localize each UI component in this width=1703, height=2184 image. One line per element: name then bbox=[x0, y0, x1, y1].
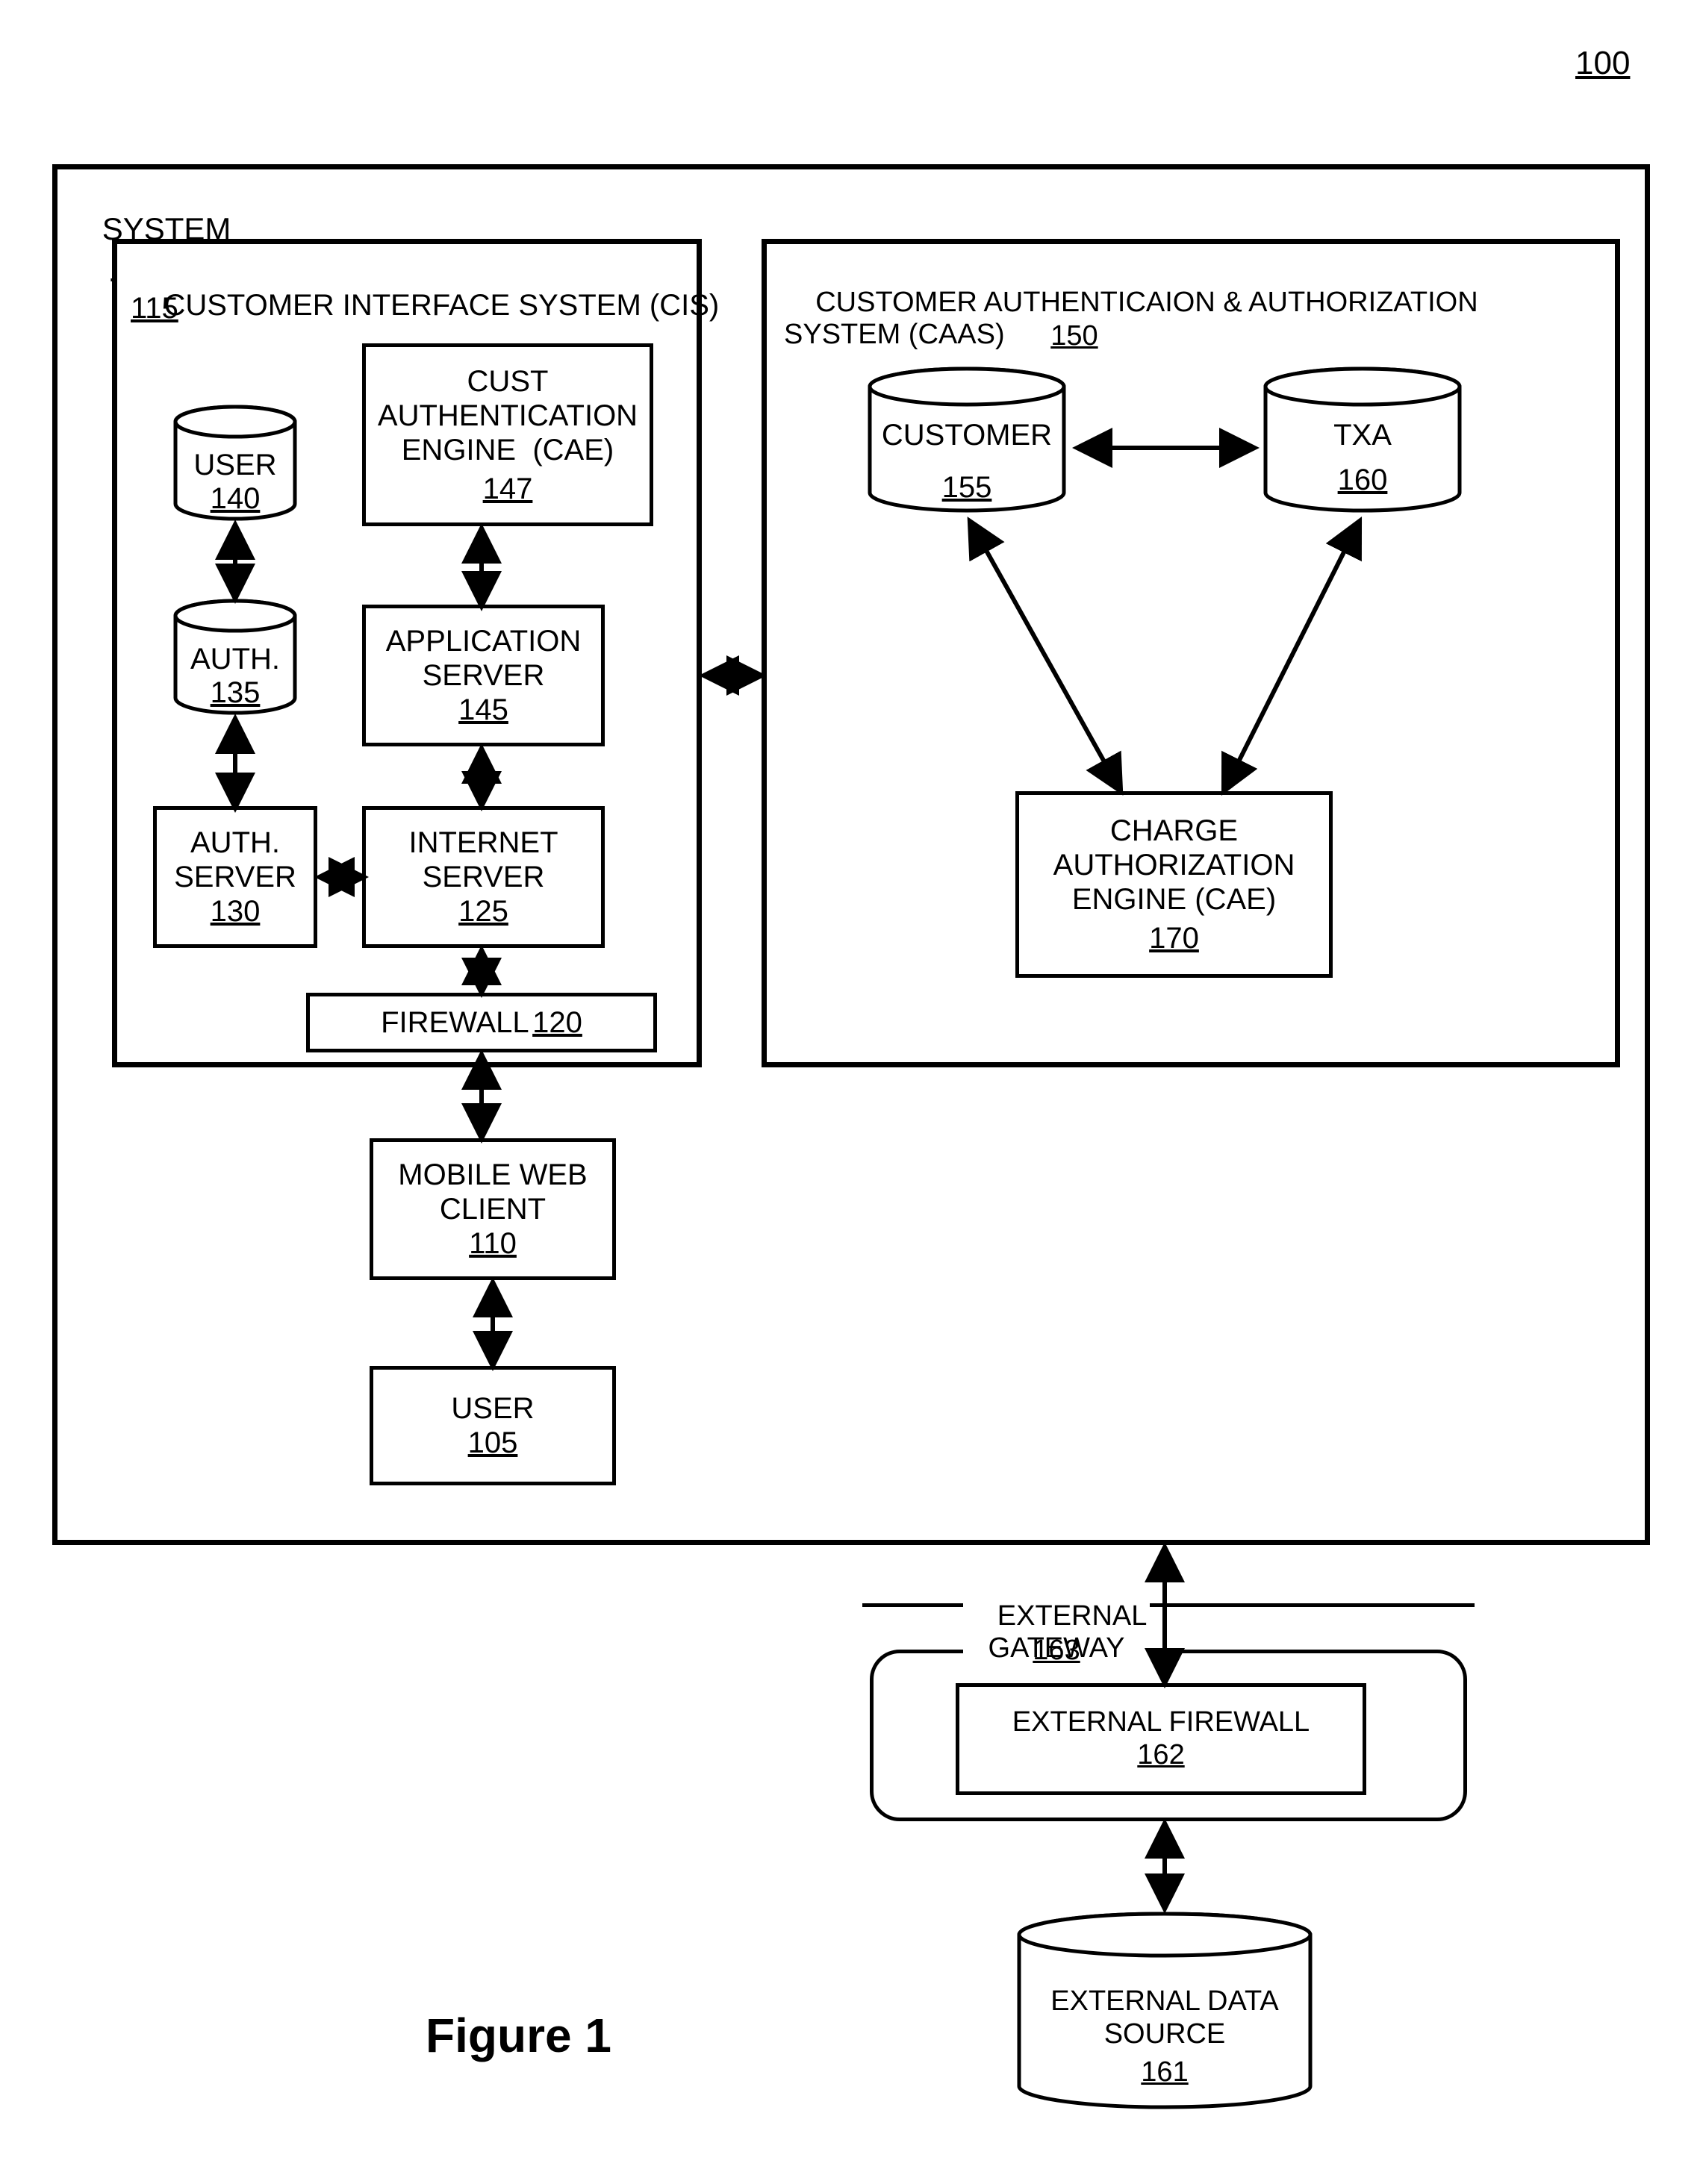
external-data-source-ref: 161 bbox=[1008, 2056, 1321, 2089]
app-server-label: APPLICATION SERVER bbox=[386, 624, 582, 693]
internet-server-ref: 125 bbox=[458, 894, 508, 929]
page-number: 100 bbox=[1575, 45, 1630, 82]
external-data-source-label: EXTERNAL DATA SOURCE bbox=[1008, 1985, 1321, 2050]
user-box: USER 105 bbox=[370, 1366, 616, 1485]
cis-label: CUSTOMER INTERFACE SYSTEM (CIS) bbox=[131, 254, 719, 357]
mobile-web-client-label: MOBILE WEB CLIENT bbox=[398, 1158, 587, 1226]
auth-server-ref: 130 bbox=[211, 894, 261, 929]
charge-engine-box: CHARGE AUTHORIZATION ENGINE (CAE) 170 bbox=[1015, 791, 1333, 978]
gateway-label-tick-right bbox=[1142, 1603, 1475, 1607]
cae-box: CUST AUTHENTICATION ENGINE (CAE) 147 bbox=[362, 343, 653, 526]
user-ref: 105 bbox=[468, 1426, 518, 1460]
txa-db-label: TXA bbox=[1254, 418, 1471, 452]
caas-ref: 150 bbox=[1050, 320, 1098, 352]
auth-db-label: AUTH. bbox=[168, 642, 302, 676]
internet-server-label: INTERNET SERVER bbox=[409, 826, 558, 894]
cae-ref: 147 bbox=[483, 472, 533, 506]
customer-db-ref: 155 bbox=[859, 470, 1075, 505]
customer-db-label: CUSTOMER bbox=[859, 418, 1075, 452]
gateway-label-tick-left bbox=[862, 1603, 967, 1607]
user-label: USER bbox=[451, 1391, 534, 1426]
firewall-label: FIREWALL bbox=[381, 1005, 529, 1040]
mobile-web-client-ref: 110 bbox=[469, 1226, 517, 1261]
internet-server-box: INTERNET SERVER 125 bbox=[362, 806, 605, 948]
firewall-ref: 120 bbox=[532, 1005, 582, 1040]
user-db-label: USER bbox=[168, 448, 302, 482]
cis-label-text: CUSTOMER INTERFACE SYSTEM (CIS) bbox=[164, 289, 719, 322]
external-firewall-label: EXTERNAL FIREWALL bbox=[1012, 1706, 1310, 1739]
app-server-ref: 145 bbox=[458, 693, 508, 727]
cae-label: CUST AUTHENTICATION ENGINE (CAE) bbox=[378, 364, 638, 467]
caas-label-text: CUSTOMER AUTHENTICAION & AUTHORIZATION S… bbox=[784, 287, 1478, 351]
charge-engine-label: CHARGE AUTHORIZATION ENGINE (CAE) bbox=[1053, 814, 1295, 917]
cis-ref: 115 bbox=[131, 291, 178, 325]
external-gateway-ref: 163 bbox=[963, 1635, 1150, 1667]
figure-caption: Figure 1 bbox=[426, 2008, 611, 2063]
mobile-web-client-box: MOBILE WEB CLIENT 110 bbox=[370, 1138, 616, 1280]
txa-db-ref: 160 bbox=[1254, 463, 1471, 497]
auth-server-label: AUTH. SERVER bbox=[174, 826, 296, 894]
external-firewall-ref: 162 bbox=[1137, 1739, 1184, 1772]
auth-server-box: AUTH. SERVER 130 bbox=[153, 806, 317, 948]
external-gateway-label: EXTERNAL GATEWAY bbox=[963, 1567, 1150, 1698]
firewall-box: FIREWALL 120 bbox=[306, 993, 657, 1052]
user-db-ref: 140 bbox=[168, 481, 302, 516]
app-server-box: APPLICATION SERVER 145 bbox=[362, 605, 605, 746]
page: 100 SYSTEM 101 CUSTOMER INTERFACE SYSTEM… bbox=[0, 0, 1703, 2184]
external-firewall-box: EXTERNAL FIREWALL 162 bbox=[956, 1683, 1366, 1795]
charge-engine-ref: 170 bbox=[1149, 921, 1199, 955]
auth-db-ref: 135 bbox=[168, 676, 302, 710]
caas-label: CUSTOMER AUTHENTICAION & AUTHORIZATION S… bbox=[784, 254, 1478, 384]
